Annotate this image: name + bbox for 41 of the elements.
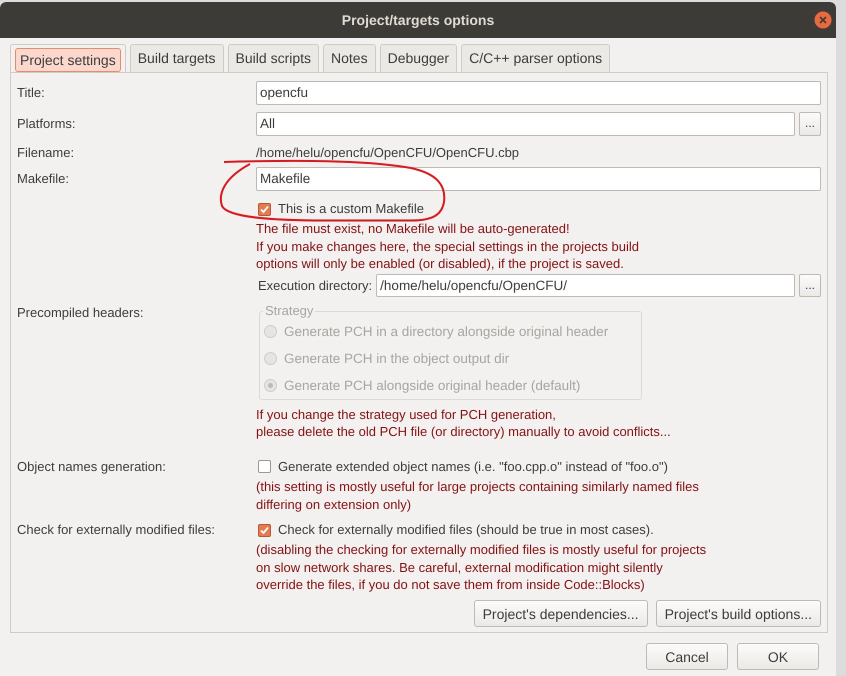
tab[interactable]: C/C++ parser options [461,44,610,72]
dialog-button[interactable]: Project's build options... [656,600,821,627]
input-field[interactable]: Makefile [256,167,821,191]
dialog-button[interactable]: OK [737,643,819,670]
field-label: Title: [17,84,46,102]
input-field[interactable]: All [256,112,795,136]
browse-button[interactable]: ... [799,112,821,136]
tab[interactable]: Notes [323,44,376,72]
tab[interactable]: Build scripts [228,44,320,72]
field-label: Platforms: [17,115,77,133]
close-icon[interactable] [814,11,832,29]
tab[interactable]: Project settings [10,44,126,72]
checkbox[interactable] [258,524,271,537]
field-label: Object names generation: [17,458,167,476]
warning-note: If you change the strategy used for PCH generation, please delete the old PCH file (or directory) manually to avoid conflicts... [256,406,671,441]
radio-label: Generate PCH in a directory alongside original header [284,322,608,341]
dialog-button[interactable]: Cancel [646,643,728,670]
tab[interactable]: Debugger [380,44,458,72]
browse-button[interactable]: ... [799,274,821,297]
radio-label: Generate PCH alongside original header (default) [284,376,580,395]
field-label: Precompiled headers: [17,304,144,322]
window-title: Project/targets options [342,12,494,28]
group-title: Strategy [263,302,316,319]
input-field[interactable]: opencfu [256,81,821,105]
warning-note: The file must exist, no Makefile will be auto-generated! If you make changes here, the special settings in the projects build options will only be enabled (or disabled), if the project is saved. [256,220,639,273]
checkbox-label: Check for externally modified files (should be true in most cases). [278,521,654,540]
checkbox-label: Generate extended object names (i.e. "foo.cpp.o" instead of "foo.o") [278,458,668,476]
field-label: Check for externally modified files: [17,521,216,540]
field-label: Makefile: [17,170,70,188]
tab[interactable]: Build targets [130,44,224,72]
warning-note: (this setting is mostly useful for large projects containing similarly named files differing on extension only) [256,478,699,514]
warning-note: (disabling the checking for externally modified files is mostly useful for projects on slow network shares. Be careful, external modification might silently override the files, if you do not save them from inside Code::Blocks) [256,541,706,594]
radio-label: Generate PCH in the object output dir [284,350,510,368]
field-label: Execution directory: [258,278,372,293]
field-label: Filename: [17,144,76,162]
checkbox[interactable] [258,460,271,474]
input-field[interactable]: /home/helu/opencfu/OpenCFU/ [376,274,795,297]
checkbox-label: This is a custom Makefile [278,200,424,218]
path-text: /home/helu/opencfu/OpenCFU/OpenCFU.cbp [256,144,520,162]
checkbox[interactable] [258,202,271,216]
dialog-button[interactable]: Project's dependencies... [474,600,648,627]
